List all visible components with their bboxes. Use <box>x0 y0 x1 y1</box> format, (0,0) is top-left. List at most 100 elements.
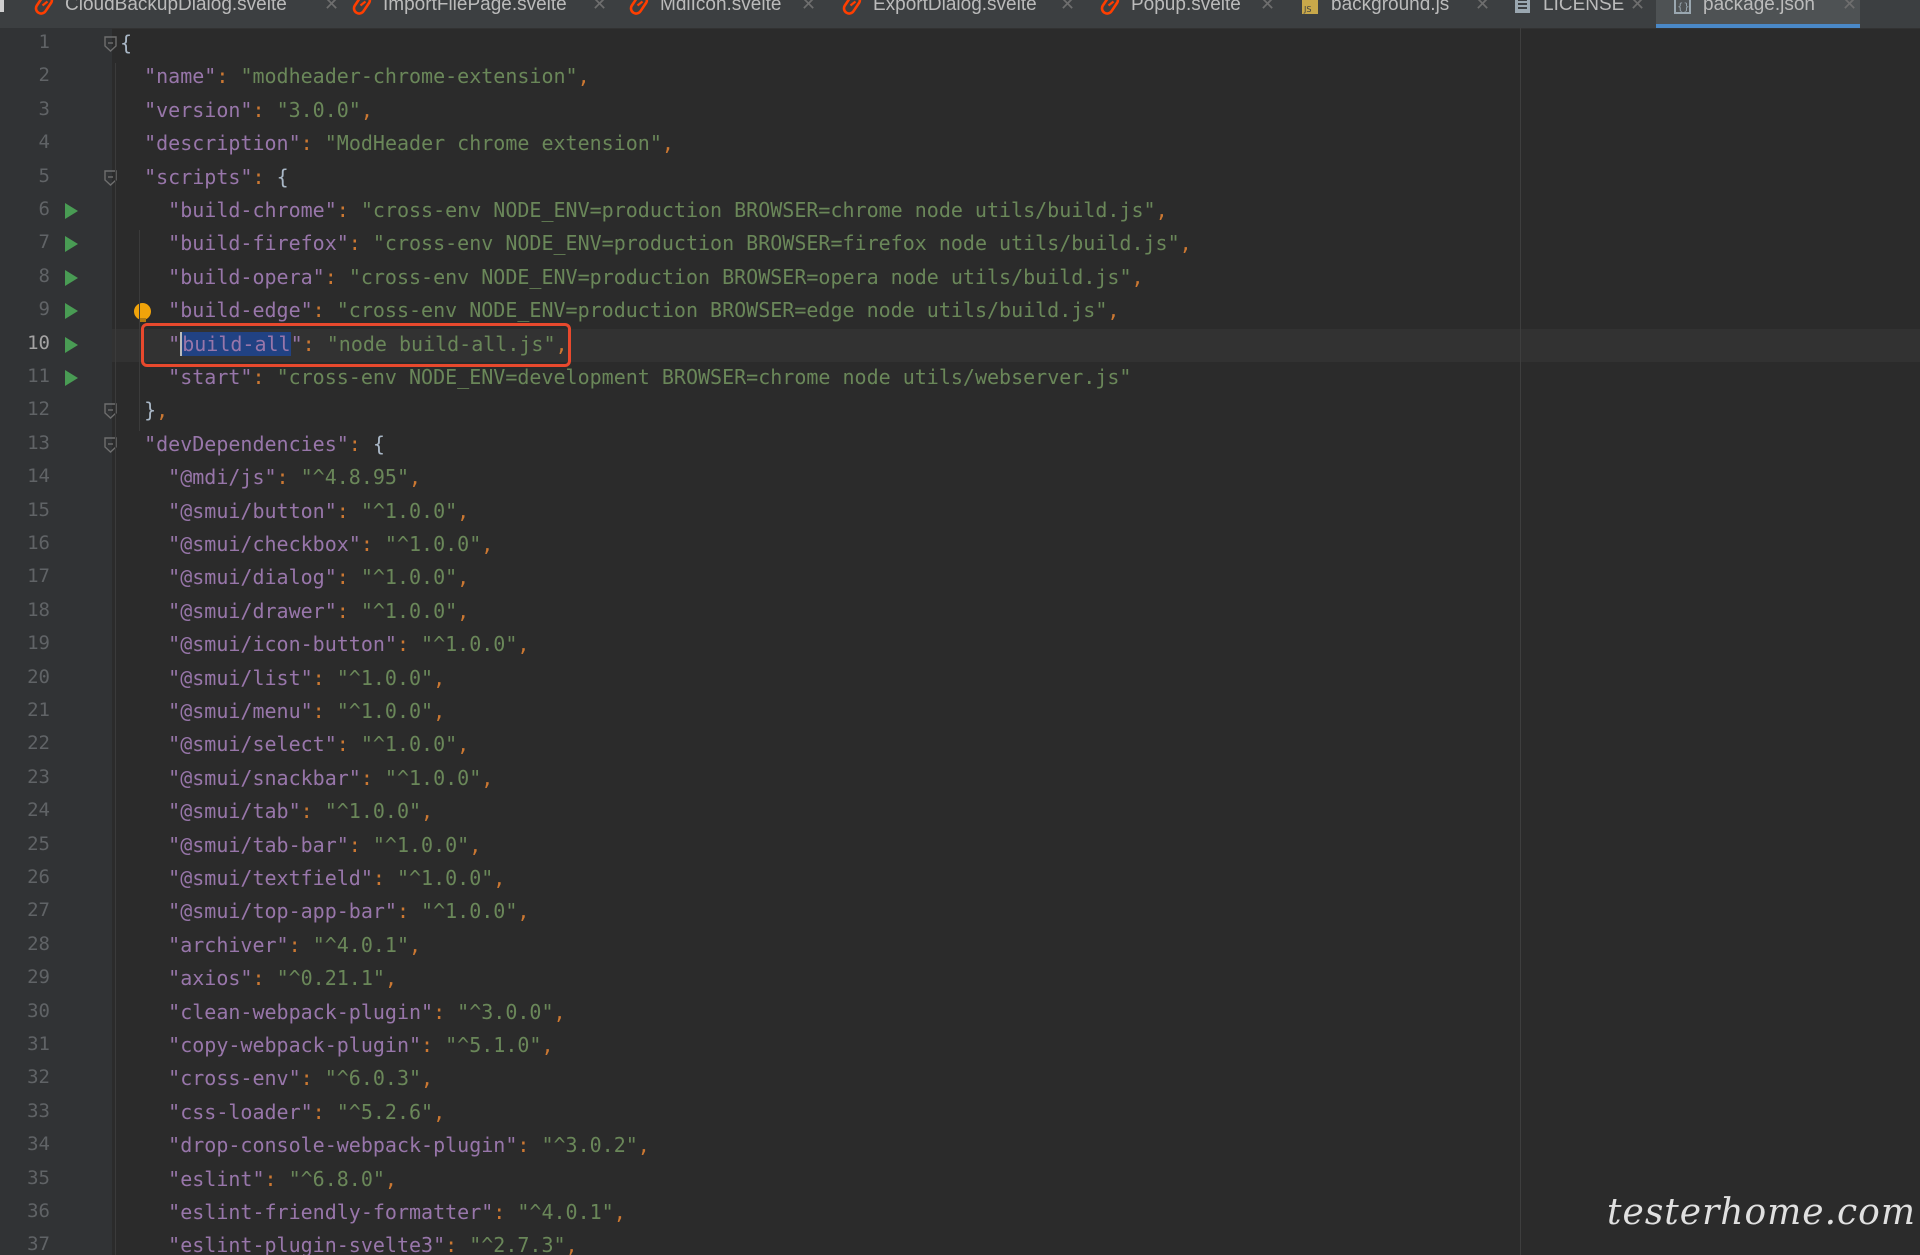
code-editor[interactable]: 1{2 "name": "modheader-chrome-extension"… <box>0 28 1920 1255</box>
code-text: "@smui/button": "^1.0.0", <box>120 499 469 523</box>
code-line[interactable]: 7 "build-firefox": "cross-env NODE_ENV=p… <box>0 228 1920 261</box>
close-icon[interactable]: ✕ <box>1060 0 1075 15</box>
code-text: "@mdi/js": "^4.8.95", <box>120 465 421 489</box>
tab-package-json[interactable]: {} package.json ✕ <box>1656 0 1860 28</box>
code-token: "scripts" <box>144 164 253 189</box>
code-line[interactable]: 25 "@smui/tab-bar": "^1.0.0", <box>0 830 1920 863</box>
code-text: "@smui/snackbar": "^1.0.0", <box>120 766 493 790</box>
code-line[interactable]: 13 "devDependencies": { <box>0 429 1920 462</box>
code-line[interactable]: 23 "@smui/snackbar": "^1.0.0", <box>0 763 1920 796</box>
code-token: , <box>661 131 674 156</box>
code-token: "^4.0.1" <box>312 932 410 957</box>
code-line[interactable]: 37 "eslint-plugin-svelte3": "^2.7.3", <box>0 1230 1920 1255</box>
svelte-icon <box>352 0 374 15</box>
code-token: , <box>613 1200 626 1224</box>
code-token: "version" <box>144 97 253 122</box>
code-line[interactable]: 24 "@smui/tab": "^1.0.0", <box>0 796 1920 829</box>
line-number: 10 <box>27 331 50 354</box>
tab-license[interactable]: LICENSE ✕ <box>1512 0 1650 28</box>
code-token: "@mdi/js" <box>168 465 277 490</box>
line-number: 18 <box>27 598 50 621</box>
code-token: : <box>348 431 373 456</box>
code-line[interactable]: 31 "copy-webpack-plugin": "^5.1.0", <box>0 1030 1920 1063</box>
close-icon[interactable]: ✕ <box>1630 0 1645 15</box>
code-line[interactable]: 6 "build-chrome": "cross-env NODE_ENV=pr… <box>0 195 1920 228</box>
code-line[interactable]: 33 "css-loader": "^5.2.6", <box>0 1097 1920 1130</box>
fold-icon[interactable] <box>103 36 118 53</box>
code-token: : <box>348 231 373 256</box>
tab-background-js[interactable]: JS background.js ✕ <box>1300 0 1495 28</box>
code-token: , <box>433 1099 446 1124</box>
code-line[interactable]: 3 "version": "3.0.0", <box>0 95 1920 128</box>
run-script-icon[interactable] <box>65 269 78 286</box>
close-icon[interactable]: ✕ <box>1475 0 1490 15</box>
code-line[interactable]: 5 "scripts": { <box>0 162 1920 195</box>
close-icon[interactable]: ✕ <box>801 0 816 15</box>
close-icon[interactable]: ✕ <box>592 0 607 15</box>
code-line[interactable]: 28 "archiver": "^4.0.1", <box>0 930 1920 963</box>
code-line[interactable]: 2 "name": "modheader-chrome-extension", <box>0 61 1920 94</box>
code-line[interactable]: 4 "description": "ModHeader chrome exten… <box>0 128 1920 161</box>
code-text: "eslint": "^6.8.0", <box>120 1167 397 1191</box>
tab-label: MdiIcon.svelte <box>660 0 782 15</box>
code-line[interactable]: 18 "@smui/drawer": "^1.0.0", <box>0 596 1920 629</box>
code-line[interactable]: 32 "cross-env": "^6.0.3", <box>0 1063 1920 1096</box>
code-token: : <box>312 1099 337 1124</box>
code-line[interactable]: 27 "@smui/top-app-bar": "^1.0.0", <box>0 896 1920 929</box>
code-token: "build-firefox" <box>168 231 349 256</box>
run-script-icon[interactable] <box>65 336 78 353</box>
line-number: 24 <box>27 799 50 822</box>
run-script-icon[interactable] <box>65 203 78 219</box>
code-line[interactable]: 8 "build-opera": "cross-env NODE_ENV=pro… <box>0 262 1920 295</box>
close-icon[interactable]: ✕ <box>1842 0 1857 15</box>
run-script-icon[interactable] <box>65 370 78 386</box>
code-line[interactable]: 12 }, <box>0 395 1920 428</box>
code-text: "version": "3.0.0", <box>120 98 373 122</box>
code-text: "drop-console-webpack-plugin": "^3.0.2", <box>120 1133 650 1157</box>
code-text: "clean-webpack-plugin": "^3.0.0", <box>120 1000 565 1024</box>
code-line[interactable]: 30 "clean-webpack-plugin": "^3.0.0", <box>0 997 1920 1030</box>
svg-text:JS: JS <box>1303 5 1311 14</box>
code-token: : <box>252 966 277 991</box>
code-line[interactable]: 22 "@smui/select": "^1.0.0", <box>0 729 1920 762</box>
code-text: "@smui/list": "^1.0.0", <box>120 666 445 690</box>
code-line[interactable]: 15 "@smui/button": "^1.0.0", <box>0 496 1920 529</box>
line-number: 23 <box>27 765 50 788</box>
close-icon[interactable]: ✕ <box>324 0 339 15</box>
code-token: "devDependencies" <box>144 431 349 456</box>
code-line[interactable]: 17 "@smui/dialog": "^1.0.0", <box>0 562 1920 595</box>
run-script-icon[interactable] <box>65 236 78 253</box>
code-text: "@smui/tab": "^1.0.0", <box>120 799 433 823</box>
code-line[interactable]: 1{ <box>0 28 1920 61</box>
run-script-icon[interactable] <box>65 303 78 320</box>
code-text: { <box>120 31 132 55</box>
code-line[interactable]: 19 "@smui/icon-button": "^1.0.0", <box>0 629 1920 662</box>
code-line[interactable]: 20 "@smui/list": "^1.0.0", <box>0 663 1920 696</box>
code-token: : <box>300 799 325 824</box>
tab-cloudbackupdialog-svelte[interactable]: CloudBackupDialog.svelte ✕ <box>34 0 344 28</box>
line-number: 16 <box>27 532 50 554</box>
code-text: "start": "cross-env NODE_ENV=development… <box>120 365 1131 389</box>
code-line[interactable]: 29 "axios": "^0.21.1", <box>0 963 1920 996</box>
code-line[interactable]: 26 "@smui/textfield": "^1.0.0", <box>0 863 1920 896</box>
code-line[interactable]: 34 "drop-console-webpack-plugin": "^3.0.… <box>0 1130 1920 1163</box>
code-token: "@smui/drawer" <box>168 598 337 623</box>
code-line[interactable]: 16 "@smui/checkbox": "^1.0.0", <box>0 529 1920 562</box>
tab-mdiicon-svelte[interactable]: MdiIcon.svelte ✕ <box>629 0 821 28</box>
line-number: 34 <box>27 1133 50 1156</box>
code-text: "@smui/top-app-bar": "^1.0.0", <box>120 899 529 923</box>
code-line[interactable]: 14 "@mdi/js": "^4.8.95", <box>0 462 1920 495</box>
code-line[interactable]: 21 "@smui/menu": "^1.0.0", <box>0 696 1920 729</box>
tab-importfilepage-svelte[interactable]: ImportFilePage.svelte ✕ <box>352 0 612 28</box>
code-token: "^1.0.0" <box>384 532 482 556</box>
tab-popup-svelte[interactable]: Popup.svelte ✕ <box>1100 0 1280 28</box>
tab-exportdialog-svelte[interactable]: ExportDialog.svelte ✕ <box>842 0 1080 28</box>
line-number: 37 <box>27 1233 50 1255</box>
tab-bar-edge <box>0 0 4 12</box>
close-icon[interactable]: ✕ <box>1260 0 1275 15</box>
